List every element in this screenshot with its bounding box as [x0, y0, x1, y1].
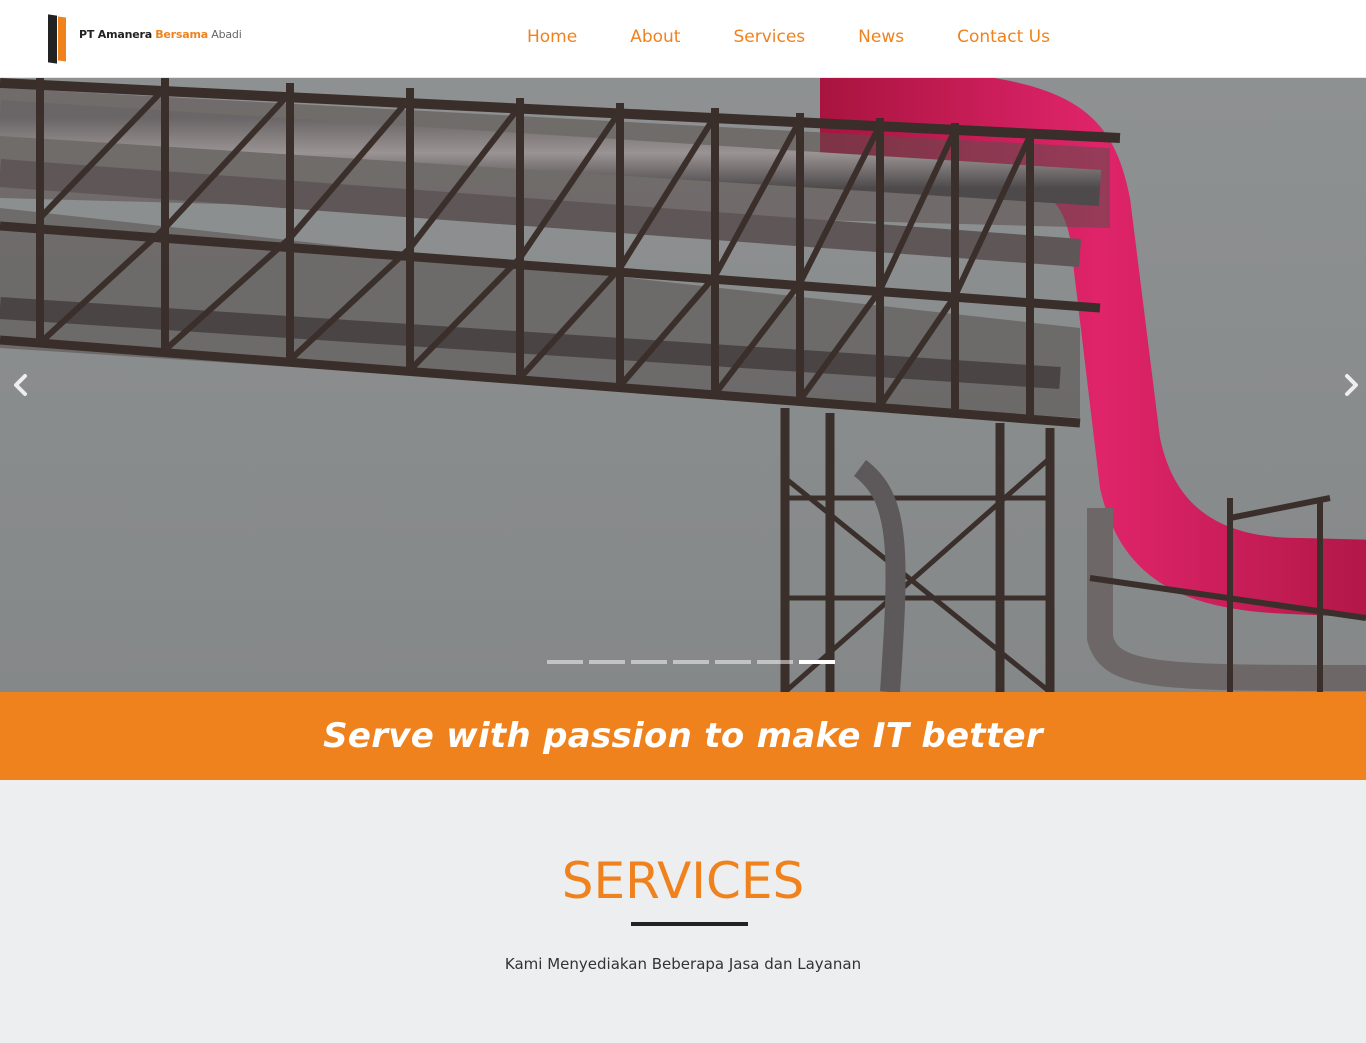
tagline-band: Serve with passion to make IT better — [0, 692, 1366, 780]
nav-item-about[interactable]: About — [630, 27, 680, 47]
slider-indicator-4[interactable] — [673, 660, 709, 664]
company-logo[interactable]: PT Amanera Bersama Abadi — [48, 14, 242, 64]
nav-item-home[interactable]: Home — [527, 27, 577, 47]
services-divider — [631, 922, 748, 926]
services-subtitle: Kami Menyediakan Beberapa Jasa dan Layan… — [504, 955, 862, 973]
slider-indicator-1[interactable] — [547, 660, 583, 664]
hero-slide-image — [0, 78, 1366, 692]
logo-mark-icon — [48, 14, 72, 64]
slider-indicator-2[interactable] — [589, 660, 625, 664]
chevron-right-icon — [1345, 374, 1358, 396]
slider-indicator-3[interactable] — [631, 660, 667, 664]
slider-indicator-5[interactable] — [715, 660, 751, 664]
logo-text: PT Amanera Bersama Abadi — [79, 28, 242, 41]
nav-item-services[interactable]: Services — [733, 27, 805, 47]
logo-word-1: PT Amanera — [79, 27, 152, 41]
nav-item-news[interactable]: News — [858, 27, 904, 47]
nav-item-contact-us[interactable]: Contact Us — [957, 27, 1050, 47]
slider-indicators — [547, 660, 835, 664]
tagline-text: Serve with passion to make IT better — [323, 716, 1043, 756]
logo-word-2: Bersama — [155, 27, 208, 41]
slider-indicator-6[interactable] — [757, 660, 793, 664]
site-header: PT Amanera Bersama Abadi Home About Serv… — [0, 0, 1366, 78]
services-section: SERVICES Kami Menyediakan Beberapa Jasa … — [0, 780, 1366, 1043]
slider-indicator-7[interactable] — [799, 660, 835, 664]
hero-slider — [0, 78, 1366, 692]
chevron-left-icon — [14, 374, 27, 396]
slider-next-button[interactable] — [1336, 370, 1366, 400]
main-nav: Home About Services News Contact Us — [527, 27, 1050, 47]
services-title: SERVICES — [561, 852, 805, 910]
logo-word-3: Abadi — [211, 27, 242, 41]
slider-prev-button[interactable] — [6, 370, 36, 400]
